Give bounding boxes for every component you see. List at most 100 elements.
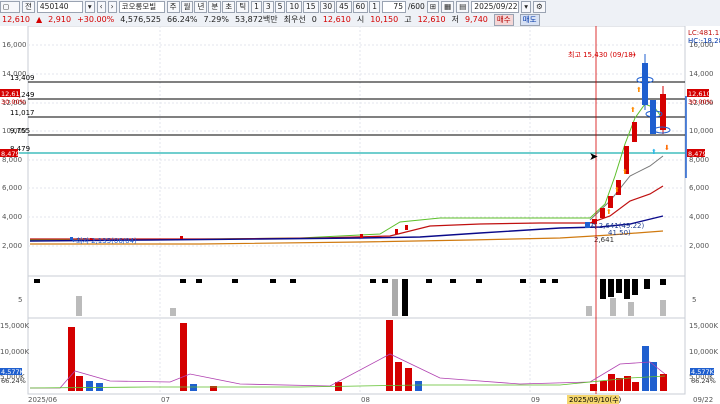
- next-button[interactable]: ›: [107, 0, 117, 13]
- low-value: 9,740: [464, 15, 488, 24]
- up-signal-icon: ⬆: [636, 86, 642, 94]
- period-month[interactable]: 월: [180, 0, 194, 13]
- all-toggle[interactable]: 전: [22, 0, 35, 13]
- sell-button[interactable]: 매도: [519, 13, 540, 26]
- left-tick: 4,000: [2, 213, 22, 221]
- stock-code-input[interactable]: 450140: [36, 0, 83, 13]
- candle: [608, 196, 613, 208]
- open-label: 시: [356, 15, 365, 24]
- period-tick[interactable]: 틱: [236, 0, 250, 13]
- sub-tick: 5: [18, 296, 22, 304]
- up-signal-icon: ⬆: [622, 168, 628, 176]
- settings-icon[interactable]: ⚙: [533, 0, 546, 13]
- right-vol-tick: 15,000K: [689, 322, 718, 330]
- interval-45[interactable]: 45: [336, 0, 352, 13]
- x-label: 09/22: [693, 396, 713, 404]
- x-label: 08: [361, 396, 370, 404]
- pct-tag: 30.00%: [1, 98, 26, 106]
- high-label: 고: [404, 15, 412, 24]
- calendar-icon[interactable]: ▤: [456, 0, 470, 13]
- interval-custom[interactable]: 1: [369, 0, 380, 13]
- sub-indicator: [34, 279, 666, 316]
- left-low-annotation: 최저 2,135(06/04): [76, 236, 137, 245]
- change-value: 2,910: [48, 15, 72, 24]
- guide-label: 11,017: [10, 109, 35, 117]
- interval-group: 1 3 5 10 15 30 45 60 1: [251, 0, 380, 13]
- period-minute[interactable]: 분: [208, 0, 222, 13]
- zoom-icon[interactable]: ⊞: [426, 0, 440, 13]
- right-price-tag: 12,610: [688, 90, 711, 98]
- interval-10[interactable]: 10: [286, 0, 302, 13]
- mouse-pointer-icon: ➤: [589, 150, 598, 163]
- volume-bars: [29, 320, 714, 391]
- price-tag: 12,610: [1, 90, 24, 98]
- guide-label: 13,409: [10, 74, 35, 82]
- arrow-left-icon: ←: [72, 237, 78, 245]
- interval-5[interactable]: 5: [274, 0, 286, 13]
- vol-tick: 15,000K: [0, 322, 29, 330]
- candle: [642, 63, 648, 105]
- x-label: 2025/06: [28, 396, 58, 404]
- hc-label: HC:-18.28: [688, 37, 720, 45]
- change-percent: +30.00%: [77, 15, 115, 24]
- right-tick: 14,000: [689, 70, 714, 78]
- interval-60[interactable]: 60: [352, 0, 369, 13]
- volume-value: 4,576,525: [120, 15, 161, 24]
- period-year[interactable]: 년: [194, 0, 208, 13]
- up-signal-icon: ⬆: [614, 186, 620, 194]
- low-label: 저: [451, 15, 459, 24]
- right-sub-tick: 5: [692, 296, 696, 304]
- left-tick: 2,000: [2, 242, 22, 250]
- interval-3[interactable]: 3: [262, 0, 274, 13]
- chart-area[interactable]: 16,000 14,000 12,000 10,000 8,000 6,000 …: [0, 26, 720, 404]
- session-label: 최우선: [283, 15, 306, 24]
- ratio-value: 7.29%: [203, 15, 229, 24]
- open-value: 10,150: [370, 15, 399, 24]
- lc-label: LC:481.11: [688, 29, 720, 37]
- interval-1[interactable]: 1: [251, 0, 262, 13]
- up-signal-icon: ⬆: [606, 208, 612, 216]
- zero-value: 0: [311, 15, 317, 24]
- high-annotation: 최고 15,430 (09/18): [568, 50, 636, 59]
- low-annotation-3: 2,641: [594, 236, 614, 244]
- period-week[interactable]: 주: [166, 0, 180, 13]
- left-tick: 16,000: [2, 41, 27, 49]
- interval-15[interactable]: 15: [303, 0, 319, 13]
- level-tag: 8,479: [1, 150, 20, 158]
- arrow-right-icon: →: [630, 51, 636, 59]
- up-arrow-icon: ▲: [36, 15, 43, 24]
- x-label: 09: [531, 396, 540, 404]
- candle: [405, 225, 408, 230]
- up-signal-icon: ⬆: [630, 106, 636, 114]
- display-total: /600: [407, 2, 425, 11]
- stock-name-field[interactable]: 코오롱모빌: [118, 0, 165, 13]
- candle: [360, 234, 363, 238]
- date-input[interactable]: 2025/09/22: [471, 0, 520, 13]
- buy-button[interactable]: 매수: [493, 13, 514, 26]
- right-tick: 2,000: [689, 242, 709, 250]
- amount-value: 53,872백만: [234, 15, 278, 24]
- right-tick: 4,000: [689, 213, 709, 221]
- left-tick: 6,000: [2, 184, 22, 192]
- vol-tick: 10,000K: [0, 348, 29, 356]
- search-icon[interactable]: ▾: [84, 0, 95, 13]
- vol-value-tag: 4,577K: [691, 368, 715, 376]
- interval-30[interactable]: 30: [319, 0, 336, 13]
- vol-pct-tag: 66.24%: [691, 377, 716, 385]
- candle: [632, 122, 637, 142]
- candle: [180, 236, 183, 239]
- date-picker-icon[interactable]: ▾: [521, 0, 532, 13]
- display-range-input[interactable]: 75: [381, 0, 406, 13]
- high-value: 12,610: [417, 15, 446, 24]
- table-icon[interactable]: ▦: [441, 0, 455, 13]
- right-level-tag: 8,479: [688, 150, 707, 158]
- prev-button[interactable]: ‹: [96, 0, 106, 13]
- market-select[interactable]: ◻: [0, 0, 20, 13]
- turnover-percent: 66.24%: [167, 15, 198, 24]
- right-tick: 6,000: [689, 184, 709, 192]
- current-price: 12,610: [2, 15, 30, 24]
- period-second[interactable]: 초: [222, 0, 236, 13]
- up-signal-icon: ⬆: [651, 148, 657, 156]
- price-value: 12,610: [322, 15, 351, 24]
- right-pct-tag: 30.00%: [688, 98, 713, 106]
